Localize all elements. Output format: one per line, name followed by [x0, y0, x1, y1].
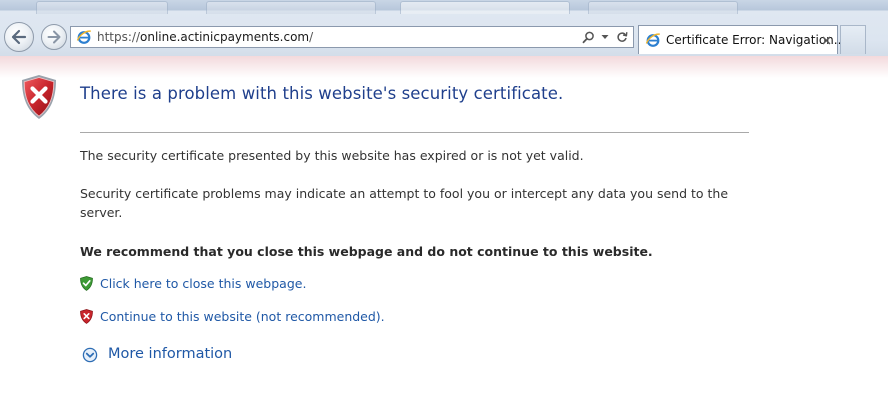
- certificate-expired-text: The security certificate presented by th…: [80, 148, 584, 163]
- back-button[interactable]: [4, 22, 34, 52]
- page-title: There is a problem with this website's s…: [80, 84, 564, 103]
- security-warning-text: Security certificate problems may indica…: [80, 186, 729, 220]
- divider: [80, 132, 749, 133]
- dropdown-arrow-icon: [601, 35, 609, 39]
- url-path: /: [309, 30, 314, 44]
- address-dropdown-button[interactable]: [598, 29, 612, 45]
- forward-arrow-icon: [47, 30, 61, 44]
- tab-close-button[interactable]: [820, 34, 832, 46]
- background-tab: [206, 1, 376, 14]
- content-top-gradient: [0, 56, 888, 78]
- new-tab-button[interactable]: [840, 25, 866, 54]
- green-shield-icon: [80, 276, 93, 291]
- url-host: online.actinicpayments.com: [140, 30, 310, 44]
- refresh-icon: [617, 32, 628, 42]
- address-bar[interactable]: https://online.actinicpayments.com/: [70, 26, 634, 48]
- tab-title: Certificate Error: Navigation...: [666, 33, 846, 47]
- forward-button[interactable]: [41, 24, 67, 50]
- internet-explorer-icon: [76, 30, 91, 44]
- address-tools: [581, 29, 629, 45]
- internet-explorer-icon: [645, 33, 660, 47]
- tab-certificate-error[interactable]: Certificate Error: Navigation...: [638, 25, 845, 54]
- red-shield-icon: [80, 309, 93, 324]
- browser-chrome: https://online.actinicpayments.com/ Cert…: [0, 0, 888, 57]
- background-tab-strip: [0, 0, 888, 14]
- error-shield-icon: [22, 75, 56, 119]
- address-url[interactable]: https://online.actinicpayments.com/: [97, 27, 313, 47]
- url-scheme: https://: [97, 30, 141, 44]
- recommendation-text: We recommend that you close this webpage…: [80, 244, 653, 259]
- refresh-button[interactable]: [615, 29, 629, 45]
- background-tab: [36, 1, 168, 14]
- expand-chevron-icon: [82, 347, 98, 363]
- back-arrow-icon: [11, 29, 27, 45]
- close-icon: [822, 36, 830, 44]
- search-button[interactable]: [581, 29, 595, 45]
- search-icon: [582, 31, 594, 43]
- background-tab: [400, 1, 570, 14]
- background-tab: [588, 1, 738, 14]
- close-webpage-link[interactable]: Click here to close this webpage.: [100, 275, 306, 293]
- continue-website-link[interactable]: Continue to this website (not recommende…: [100, 308, 385, 326]
- more-information-link[interactable]: More information: [108, 344, 232, 364]
